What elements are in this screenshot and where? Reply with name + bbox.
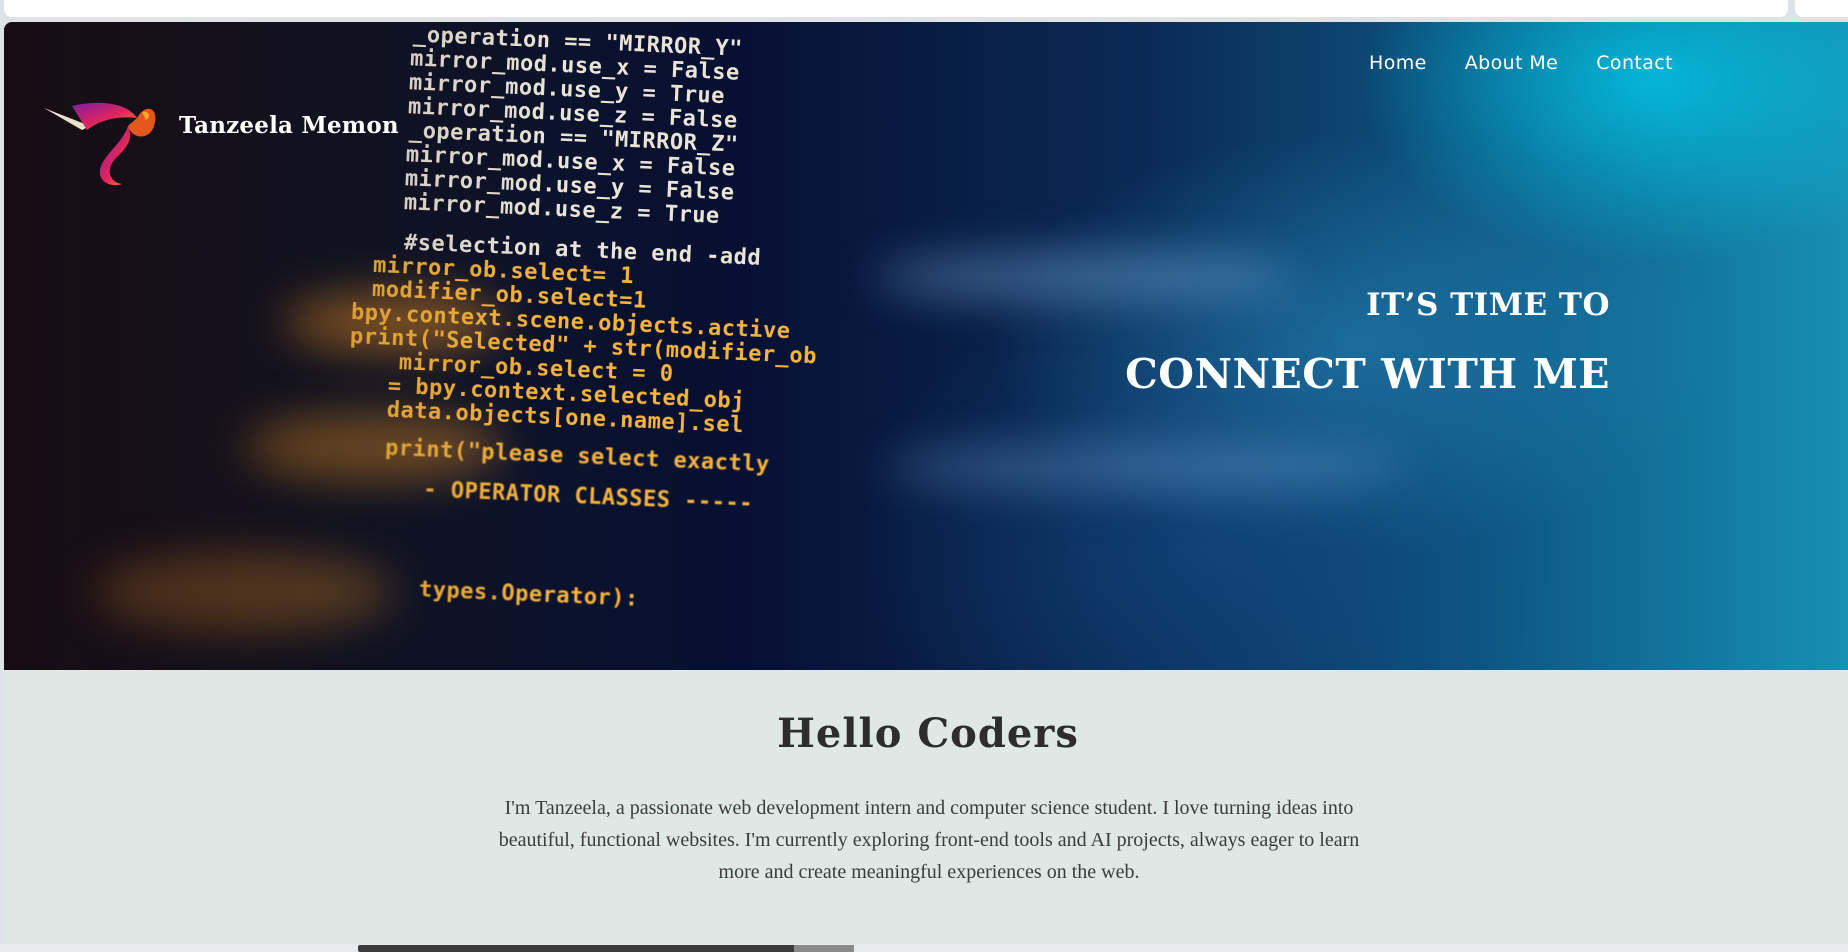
hero-tagline-large: CONNECT WITH ME bbox=[1125, 350, 1610, 398]
address-bar[interactable] bbox=[4, 0, 1788, 17]
browser-chrome bbox=[0, 0, 1848, 22]
nav-contact[interactable]: Contact bbox=[1596, 52, 1673, 74]
scrollbar-thumb-highlight[interactable] bbox=[794, 945, 854, 952]
nav-home[interactable]: Home bbox=[1369, 52, 1427, 74]
main-nav: Home About Me Contact bbox=[1369, 52, 1673, 74]
about-text: I'm Tanzeela, a passionate web developme… bbox=[498, 797, 1360, 883]
about-section: Hello Coders I'm Tanzeela, a passionate … bbox=[4, 670, 1848, 944]
brand-name[interactable]: Tanzeela Memon bbox=[179, 112, 399, 139]
nav-about-me[interactable]: About Me bbox=[1465, 52, 1559, 74]
page: _operation == "MIRROR_Y"mirror_mod.use_x… bbox=[4, 22, 1848, 944]
horizontal-scrollbar[interactable] bbox=[0, 944, 1848, 952]
hummingbird-logo-icon bbox=[44, 102, 156, 186]
hero-tagline-small: IT’S TIME TO bbox=[1366, 287, 1610, 323]
hero-section: _operation == "MIRROR_Y"mirror_mod.use_x… bbox=[4, 22, 1848, 670]
about-title: Hello Coders bbox=[777, 710, 1079, 757]
browser-side-panel[interactable] bbox=[1795, 0, 1848, 17]
scrollbar-thumb[interactable] bbox=[358, 945, 854, 952]
